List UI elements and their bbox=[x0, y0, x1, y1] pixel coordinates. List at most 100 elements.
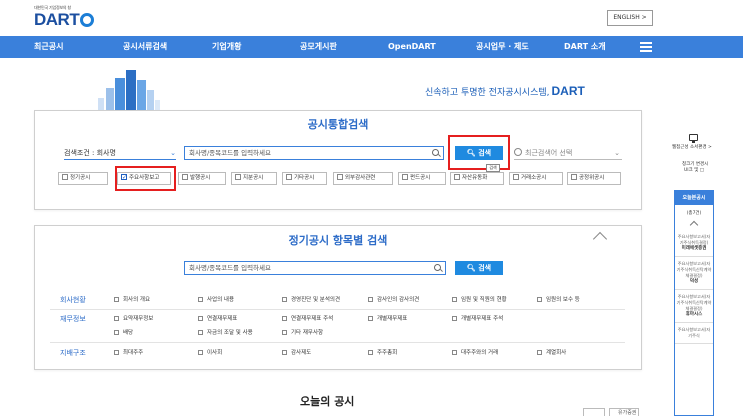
tagline-brand: DART bbox=[551, 84, 585, 98]
list-item-company: 미래에셋증권 bbox=[681, 246, 707, 251]
hamburger-icon[interactable] bbox=[640, 42, 652, 52]
option-label: 개별재무제표 주석 bbox=[461, 316, 504, 322]
option-checkbox[interactable]: 연결재무제표 bbox=[198, 315, 237, 323]
option-label: 연결재무제표 bbox=[207, 316, 238, 322]
option-checkbox[interactable]: 임원의 보수 등 bbox=[537, 296, 580, 304]
option-label: 계열회사 bbox=[546, 350, 567, 356]
option-label: 개별재무제표 bbox=[377, 316, 408, 322]
option-label: 감사인의 감사의견 bbox=[377, 297, 420, 303]
row-divider bbox=[50, 342, 625, 343]
option-label: 요약재무정보 bbox=[123, 316, 154, 322]
list-item-type: 주요사항보고서(자기주식취득신탁계약체결결정) bbox=[676, 261, 712, 278]
option-label: 회사의 개요 bbox=[123, 297, 151, 303]
today-viewed-panel: 오늘본공시 (총7건) 주요사항보고서(자기주식취득결정) 미래에셋증권 주요사항… bbox=[674, 190, 714, 416]
checkbox-audit[interactable]: 외부감사관련 bbox=[333, 172, 393, 185]
checkbox-icon bbox=[182, 174, 188, 180]
checkbox-icon bbox=[452, 316, 457, 321]
option-checkbox[interactable]: 계열회사 bbox=[537, 349, 566, 357]
checkbox-icon bbox=[114, 316, 119, 321]
today-disclosure-title: 오늘의 공시 bbox=[300, 395, 355, 408]
checkbox-icon bbox=[286, 174, 292, 180]
nav-item-search[interactable]: 공시서류검색 bbox=[123, 36, 167, 58]
hero-banner: 신속하고 투명한 전자공시시스템, DART bbox=[0, 58, 743, 112]
checkbox-icon bbox=[198, 330, 203, 335]
item-search-button[interactable]: 🔍︎ 검색 bbox=[455, 261, 503, 275]
row-divider bbox=[50, 309, 625, 310]
option-checkbox[interactable]: 개별재무제표 주석 bbox=[452, 315, 503, 323]
nav-item-offering[interactable]: 공모게시판 bbox=[300, 36, 337, 58]
option-checkbox[interactable]: 임원 및 직원의 현황 bbox=[452, 296, 507, 304]
history-icon bbox=[514, 148, 522, 156]
option-label: 감사제도 bbox=[291, 350, 312, 356]
list-item[interactable]: 주요사항보고서(자기주식취득신탁계약체결결정) 휴마시스 bbox=[675, 290, 713, 323]
item-search-input[interactable]: 회사명/종목코드를 입력하세요 bbox=[184, 261, 446, 275]
checkbox-icon bbox=[282, 316, 287, 321]
option-checkbox[interactable]: 배당 bbox=[114, 329, 133, 337]
nav-item-about[interactable]: DART 소개 bbox=[564, 36, 606, 58]
checkbox-icon bbox=[513, 174, 519, 180]
chevron-up-icon[interactable] bbox=[689, 220, 699, 230]
option-checkbox[interactable]: 이사회 bbox=[198, 349, 222, 357]
checkbox-icon bbox=[571, 174, 577, 180]
accessibility-link[interactable]: 웹접근성 소서편경 > bbox=[672, 145, 712, 151]
checkbox-periodic[interactable]: 정기공시 bbox=[58, 172, 108, 185]
nav-item-opendart[interactable]: OpenDART bbox=[388, 36, 436, 58]
nav-item-company[interactable]: 기업개황 bbox=[212, 36, 241, 58]
checkbox-fund[interactable]: 펀드공시 bbox=[398, 172, 446, 185]
checkbox-icon bbox=[114, 350, 119, 355]
checkbox-issuance[interactable]: 발행공시 bbox=[178, 172, 226, 185]
option-checkbox[interactable]: 감사제도 bbox=[282, 349, 311, 357]
list-item-type: 주요사항보고서(자기주식취득결정) bbox=[677, 234, 711, 245]
nav-item-recent[interactable]: 최근공시 bbox=[34, 36, 63, 58]
option-checkbox[interactable]: 개별재무제표 bbox=[368, 315, 407, 323]
option-checkbox[interactable]: 기타 재무사항 bbox=[282, 329, 323, 337]
checkbox-icon bbox=[114, 297, 119, 302]
group-label-company: 회사현황 bbox=[60, 296, 86, 304]
option-checkbox[interactable]: 주주총회 bbox=[368, 349, 397, 357]
option-checkbox[interactable]: 자금의 조달 및 사용 bbox=[198, 329, 253, 337]
item-search-title: 정기공시 항목별 검색 bbox=[288, 234, 388, 247]
checkbox-other[interactable]: 기타공시 bbox=[282, 172, 327, 185]
checkbox-label: 자산유동화 bbox=[462, 175, 488, 181]
checkbox-label: 기타공시 bbox=[294, 175, 315, 181]
today-market-filter[interactable]: 유가증권 bbox=[609, 408, 639, 416]
item-search-button-label: 검색 bbox=[478, 264, 492, 272]
option-label: 연결재무제표 주석 bbox=[291, 316, 334, 322]
hero-tagline: 신속하고 투명한 전자공시시스템, DART bbox=[425, 84, 585, 98]
option-label: 사업의 내용 bbox=[207, 297, 235, 303]
checkbox-ftc[interactable]: 공정위공시 bbox=[567, 172, 621, 185]
checkbox-label: 펀드공시 bbox=[410, 175, 431, 181]
dart-logo[interactable]: 대한민국 기업정보의 창 DART bbox=[34, 5, 95, 29]
option-checkbox[interactable]: 감사인의 감사의견 bbox=[368, 296, 419, 304]
list-item[interactable]: 주요사항보고서(자기주식취득신탁계약체결결정) 덕성 bbox=[675, 257, 713, 290]
option-label: 대주주와의 거래 bbox=[461, 350, 499, 356]
recent-search-select[interactable]: 최근검색어 선택 ⌄ bbox=[514, 146, 622, 160]
list-item-type: 주요사항보고서(자기주식 bbox=[677, 327, 711, 338]
size-change-toggle[interactable]: UI크 및 □ bbox=[684, 168, 704, 174]
today-viewed-title: 오늘본공시 bbox=[675, 191, 713, 205]
option-checkbox[interactable]: 대주주와의 거래 bbox=[452, 349, 498, 357]
english-button[interactable]: ENGLISH > bbox=[607, 10, 653, 26]
checkbox-exchange[interactable]: 거래소공시 bbox=[509, 172, 563, 185]
option-checkbox[interactable]: 요약재무정보 bbox=[114, 315, 153, 323]
checkbox-equity[interactable]: 지분공시 bbox=[231, 172, 277, 185]
search-tooltip: 검색 bbox=[486, 164, 500, 172]
nav-item-disclosure[interactable]: 공시업무 · 제도 bbox=[476, 36, 529, 58]
option-checkbox[interactable]: 경영진단 및 분석의견 bbox=[282, 296, 340, 304]
option-checkbox[interactable]: 사업의 내용 bbox=[198, 296, 234, 304]
list-item[interactable]: 주요사항보고서(자기주식취득결정) 미래에셋증권 bbox=[675, 230, 713, 257]
company-search-input[interactable]: 회사명/종목코드를 입력하세요 bbox=[184, 146, 444, 160]
list-item[interactable]: 주요사항보고서(자기주식 bbox=[675, 323, 713, 344]
item-search-placeholder: 회사명/종목코드를 입력하세요 bbox=[189, 264, 271, 272]
option-checkbox[interactable]: 회사의 개요 bbox=[114, 296, 150, 304]
option-label: 주주총회 bbox=[377, 350, 398, 356]
option-label: 이사회 bbox=[207, 350, 223, 356]
checkbox-label: 발행공시 bbox=[190, 175, 211, 181]
option-checkbox[interactable]: 최대주주 bbox=[114, 349, 143, 357]
today-nav-control[interactable] bbox=[583, 408, 605, 416]
logo-text: DART bbox=[34, 10, 80, 29]
option-checkbox[interactable]: 연결재무제표 주석 bbox=[282, 315, 333, 323]
checkbox-icon bbox=[337, 174, 343, 180]
checkbox-icon bbox=[402, 174, 408, 180]
checkbox-securitization[interactable]: 자산유동화 bbox=[450, 172, 504, 185]
